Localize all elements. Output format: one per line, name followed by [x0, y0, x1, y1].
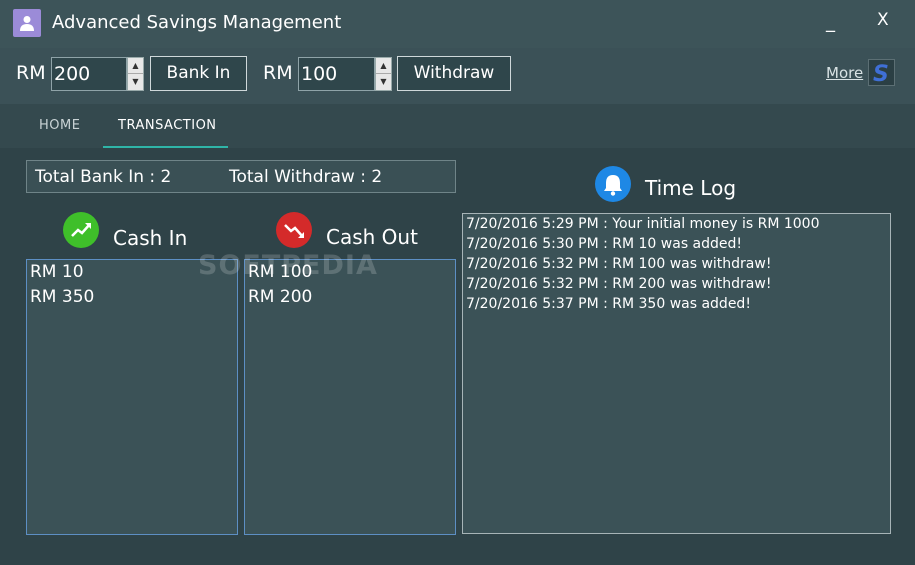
cash-in-list[interactable]: RM 10 RM 350: [26, 259, 238, 535]
bank-in-currency-label: RM: [16, 62, 46, 84]
trend-up-icon: [63, 212, 99, 248]
log-entry: 7/20/2016 5:32 PM : RM 100 was withdraw!: [466, 256, 772, 272]
totals-box: Total Bank In : 2 Total Withdraw : 2: [26, 160, 456, 193]
more-link[interactable]: More: [826, 64, 863, 82]
bank-in-spinner[interactable]: ▲ ▼: [127, 57, 144, 91]
tab-home[interactable]: HOME: [39, 118, 80, 133]
total-bank-in-label: Total Bank In : 2: [35, 167, 172, 187]
list-item[interactable]: RM 200: [245, 285, 455, 310]
log-entry: 7/20/2016 5:29 PM : Your initial money i…: [466, 216, 820, 232]
withdraw-button[interactable]: Withdraw: [397, 56, 511, 91]
tab-transaction[interactable]: TRANSACTION: [118, 118, 217, 133]
title-bar: Advanced Savings Management _ X: [0, 0, 915, 48]
withdraw-currency-label: RM: [263, 62, 293, 84]
window-title: Advanced Savings Management: [52, 12, 342, 33]
spin-up-icon[interactable]: ▲: [376, 58, 391, 74]
bell-icon: [595, 166, 631, 202]
spin-down-icon[interactable]: ▼: [128, 74, 143, 90]
trend-down-icon: [276, 212, 312, 248]
cash-out-list[interactable]: RM 100 RM 200: [244, 259, 456, 535]
total-withdraw-label: Total Withdraw : 2: [229, 167, 383, 187]
cash-in-title: Cash In: [113, 226, 188, 250]
time-log-list[interactable]: 7/20/2016 5:29 PM : Your initial money i…: [462, 213, 891, 534]
log-entry: 7/20/2016 5:37 PM : RM 350 was added!: [466, 296, 751, 312]
bank-in-button[interactable]: Bank In: [150, 56, 247, 91]
log-entry: 7/20/2016 5:30 PM : RM 10 was added!: [466, 236, 743, 252]
withdraw-spinner[interactable]: ▲ ▼: [375, 57, 392, 91]
s-logo-icon[interactable]: S: [868, 59, 895, 87]
cash-out-title: Cash Out: [326, 225, 418, 249]
time-log-title: Time Log: [645, 176, 737, 200]
close-button[interactable]: X: [877, 10, 889, 30]
tab-bar: HOME TRANSACTION: [0, 104, 915, 148]
list-item[interactable]: RM 350: [27, 285, 237, 310]
svg-text:S: S: [873, 62, 889, 85]
minimize-button[interactable]: _: [826, 12, 835, 33]
watermark: SOFTPEDIA: [198, 250, 378, 281]
log-entry: 7/20/2016 5:32 PM : RM 200 was withdraw!: [466, 276, 772, 292]
bank-in-amount-input[interactable]: 200: [51, 57, 127, 91]
withdraw-amount-input[interactable]: 100: [298, 57, 375, 91]
spin-up-icon[interactable]: ▲: [128, 58, 143, 74]
user-icon: [13, 9, 41, 37]
spin-down-icon[interactable]: ▼: [376, 74, 391, 90]
